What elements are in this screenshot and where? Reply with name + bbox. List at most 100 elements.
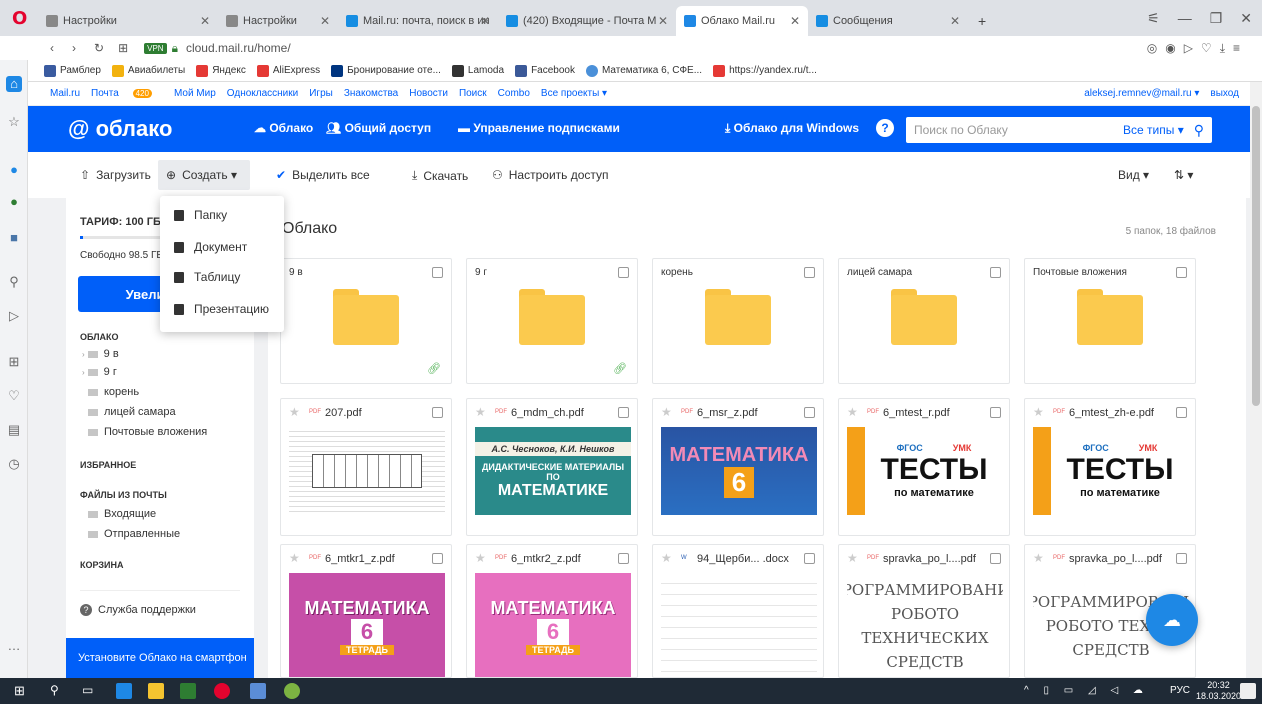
file-explorer-icon[interactable] (148, 683, 164, 699)
sidebar-folder[interactable]: корень (88, 386, 139, 398)
portal-link[interactable]: Поиск (459, 88, 487, 99)
portal-link[interactable]: Игры (309, 88, 333, 99)
user-email[interactable]: aleksej.remnev@mail.ru ▾ (1084, 88, 1199, 99)
sort-button[interactable]: ⇅ ▾ (1174, 168, 1193, 182)
share-button[interactable]: ⚇ Настроить доступ (492, 168, 609, 182)
scrollbar-thumb[interactable] (1252, 106, 1260, 406)
bookmark[interactable]: Математика 6, СФЕ... (585, 64, 702, 77)
bookmark[interactable]: Рамблер (44, 64, 101, 77)
vpn-badge[interactable]: VPN (144, 42, 167, 54)
portal-link[interactable]: Знакомства (344, 88, 398, 99)
sidebar-folder[interactable]: › 9 в (82, 348, 119, 360)
cloud-logo[interactable]: @ облако (68, 116, 172, 142)
star-icon[interactable]: ★ (847, 405, 858, 419)
app-icon[interactable] (250, 683, 266, 699)
browser-tab[interactable]: Настройки ✕ (218, 6, 338, 36)
portal-link[interactable]: Combo (498, 88, 530, 99)
sidebar-folder[interactable]: лицей самара (88, 406, 176, 418)
forward-icon[interactable]: › (72, 41, 76, 55)
language-indicator[interactable]: РУС (1170, 685, 1190, 696)
messenger-icon[interactable]: ● (6, 162, 22, 178)
speed-dial-icon[interactable]: ⊞ (118, 41, 128, 55)
sidebar-folder[interactable]: › 9 г (82, 366, 117, 378)
checkbox[interactable] (804, 553, 815, 564)
checkbox[interactable] (1176, 267, 1187, 278)
create-button[interactable]: ⊕ Создать ▾ (166, 168, 237, 182)
search-icon[interactable]: ⚲ (6, 274, 22, 290)
vk-icon[interactable]: ■ (6, 230, 22, 246)
file-card[interactable]: ★ PDF 6_mdm_ch.pdf А.С. Чесноков, К.И. Не… (466, 398, 638, 536)
cloud-section-header[interactable]: ОБЛАКО (80, 332, 119, 342)
checkbox[interactable] (990, 407, 1001, 418)
menu-icon[interactable]: ⚟ (1147, 10, 1160, 27)
search-icon[interactable]: ⚲ (50, 683, 66, 699)
tab-subscriptions[interactable]: ▬ Управление подписками (458, 121, 620, 135)
more-icon[interactable]: … (6, 638, 22, 654)
folder-card[interactable]: Почтовые вложения (1024, 258, 1196, 384)
select-all-button[interactable]: ✔ Выделить все (276, 168, 370, 182)
tray-icons[interactable]: ^ ▯ ▭ ◿ ◁ ☁ (1024, 685, 1149, 696)
upload-fab-button[interactable]: ☁ (1146, 594, 1198, 646)
portal-link[interactable]: Новости (409, 88, 448, 99)
checkbox[interactable] (1176, 553, 1187, 564)
close-icon[interactable]: ✕ (480, 14, 490, 28)
view-button[interactable]: Вид ▾ (1118, 168, 1149, 182)
download-button[interactable]: ⤓ Скачать (412, 168, 468, 183)
opera-icon[interactable] (214, 683, 230, 699)
page-scrollbar[interactable] (1250, 82, 1262, 678)
checkbox[interactable] (990, 553, 1001, 564)
star-icon[interactable]: ★ (289, 405, 300, 419)
search-icon[interactable]: ⚲ (1194, 122, 1204, 139)
create-folder-item[interactable]: Папку (174, 208, 227, 222)
portal-link[interactable]: Одноклассники (227, 88, 298, 99)
star-icon[interactable]: ★ (475, 405, 486, 419)
grid-icon[interactable]: ⊞ (6, 354, 22, 370)
browser-tab-active[interactable]: Облако Mail.ru ✕ (676, 6, 808, 36)
folder-card[interactable]: 9 г 🔗︎ (466, 258, 638, 384)
star-icon[interactable]: ★ (475, 551, 486, 565)
create-document-item[interactable]: Документ (174, 240, 247, 254)
logout-link[interactable]: выход (1210, 88, 1239, 99)
star-icon[interactable]: ★ (1033, 405, 1044, 419)
windows-start-icon[interactable]: ⊞ (14, 683, 30, 699)
notifications-icon[interactable] (1240, 683, 1256, 699)
paint-icon[interactable] (284, 683, 300, 699)
checkbox[interactable] (804, 267, 815, 278)
favorites-header[interactable]: ИЗБРАННОЕ (80, 460, 136, 470)
close-icon[interactable]: ✕ (950, 14, 960, 28)
browser-tab[interactable]: Настройки ✕ (38, 6, 218, 36)
file-card[interactable]: ★ PDF 207.pdf (280, 398, 452, 536)
home-icon[interactable]: ⌂ (6, 76, 22, 92)
address-bar-actions[interactable]: ◎◉▷♡⤓≡ (1147, 41, 1248, 56)
help-icon[interactable]: ? (876, 119, 894, 137)
browser-tab[interactable]: (420) Входящие - Почта М ✕ (498, 6, 676, 36)
news-icon[interactable]: ▤ (6, 422, 22, 438)
portal-link[interactable]: Мой Мир (174, 88, 216, 99)
star-icon[interactable]: ★ (1033, 551, 1044, 565)
browser-tab[interactable]: Сообщения ✕ (808, 6, 968, 36)
file-card[interactable]: ★ PDF 6_mtkr1_z.pdf МАТЕМАТИКА 6 ТЕТРАДЬ (280, 544, 452, 678)
windows-app-link[interactable]: ⤓ Облако для Windows (725, 121, 859, 136)
close-window-icon[interactable]: ✕ (1240, 10, 1252, 27)
file-card[interactable]: ★ PDF 6_mtest_r.pdf ФГОС УМК ТЕСТЫ по мате… (838, 398, 1010, 536)
checkbox[interactable] (1176, 407, 1187, 418)
url-field[interactable]: cloud.mail.ru/home/ (186, 41, 291, 55)
bookmark[interactable]: AliExpress (256, 64, 320, 77)
checkbox[interactable] (618, 407, 629, 418)
bookmark[interactable]: Бронирование оте... (331, 64, 441, 77)
folder-card[interactable]: корень (652, 258, 824, 384)
checkbox[interactable] (618, 553, 629, 564)
tab-shared[interactable]: 👥︎ Общий доступ (326, 121, 431, 135)
folder-card[interactable]: 9 в 🔗︎ (280, 258, 452, 384)
sidebar-folder[interactable]: Почтовые вложения (88, 426, 207, 438)
support-link[interactable]: ? Служба поддержки (80, 604, 196, 616)
checkbox[interactable] (432, 267, 443, 278)
file-card[interactable]: ★PDF spravka_po_l....pdf ПРОГРАММИРОВАНИ… (838, 544, 1010, 678)
close-icon[interactable]: ✕ (790, 14, 800, 28)
star-icon[interactable]: ★ (289, 551, 300, 565)
file-card[interactable]: ★ PDF 6_mtkr2_z.pdf МАТЕМАТИКА 6 ТЕТРАДЬ (466, 544, 638, 678)
portal-link[interactable]: Все проекты ▾ (541, 88, 607, 99)
checkbox[interactable] (432, 407, 443, 418)
whatsapp-icon[interactable]: ● (6, 194, 22, 210)
bookmark[interactable]: Яндекс (196, 64, 246, 77)
